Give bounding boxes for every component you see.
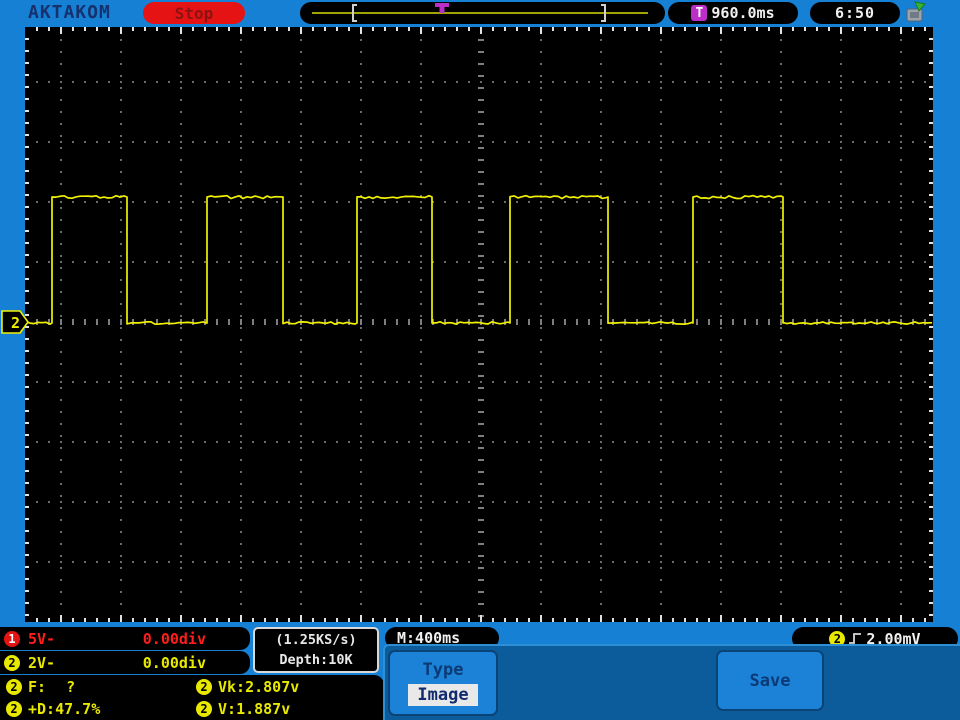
measure-label: F: [28, 678, 47, 696]
ch2-icon: 2 [4, 654, 20, 671]
ch2-icon: 2 [196, 679, 212, 695]
ch1-position: 0.00div [142, 629, 206, 648]
usb-disk-icon [906, 1, 926, 22]
acquisition-status-badge: Stop [143, 2, 245, 24]
ch2-icon: 2 [6, 701, 22, 717]
measure-label: +D: [28, 700, 56, 718]
ch2-ground-marker: 2 [1, 310, 29, 334]
measure-label: Vk: [218, 678, 246, 696]
trigger-t-icon: T [691, 5, 708, 21]
brand-label: AKTAKOM [28, 2, 111, 23]
measure-value: 2.807v [245, 678, 300, 696]
acquisition-info-box: (1.25KS/s) Depth:10K [253, 627, 379, 673]
waveform-display: 2 [1, 27, 933, 622]
measure-label: V: [218, 700, 237, 718]
measure-value: 47.7% [55, 700, 101, 718]
trigger-position-bar [300, 2, 665, 24]
measure-voltage: 2 V: 1.887v [196, 700, 290, 718]
oscilloscope-screen: 2 AKTAKOM Stop T 960.0ms 6:50 1 5V- 0.00… [0, 0, 960, 720]
ch2-scale: 2V- [28, 653, 56, 672]
save-label: Save [749, 670, 791, 691]
type-label: Type [422, 660, 464, 680]
memory-depth: Depth:10K [279, 651, 353, 668]
acquisition-status-text: Stop [174, 3, 214, 23]
type-selected-value: Image [408, 684, 478, 706]
measurements-box: 2 F: ? 2 Vk: 2.807v 2 +D: 47.7% 2 V: 1.8… [0, 675, 384, 720]
svg-text:2: 2 [11, 314, 20, 332]
type-image-button[interactable]: Type Image [388, 650, 498, 716]
measure-frequency: 2 F: ? [6, 678, 75, 696]
trigger-position-indicator [312, 3, 648, 22]
clock-value: 6:50 [834, 4, 876, 22]
trigger-time-value: 960.0ms [711, 4, 775, 22]
measure-value: ? [66, 678, 76, 696]
measure-duty: 2 +D: 47.7% [6, 700, 100, 718]
ch1-icon: 1 [4, 630, 20, 647]
clock-badge: 6:50 [810, 2, 900, 24]
ch2-icon: 2 [196, 701, 212, 717]
trigger-time-badge: T 960.0ms [668, 2, 798, 24]
ch2-position: 0.00div [142, 653, 206, 672]
measure-value: 1.887v [236, 700, 291, 718]
sample-rate: (1.25KS/s) [275, 632, 357, 649]
ch1-scale: 5V- [28, 629, 56, 648]
ch1-status-row: 1 5V- 0.00div [0, 627, 250, 650]
measure-vk: 2 Vk: 2.807v [196, 678, 299, 696]
ch2-icon: 2 [6, 679, 22, 695]
save-button[interactable]: Save [716, 650, 824, 711]
ch2-status-row: 2 2V- 0.00div [0, 651, 250, 674]
